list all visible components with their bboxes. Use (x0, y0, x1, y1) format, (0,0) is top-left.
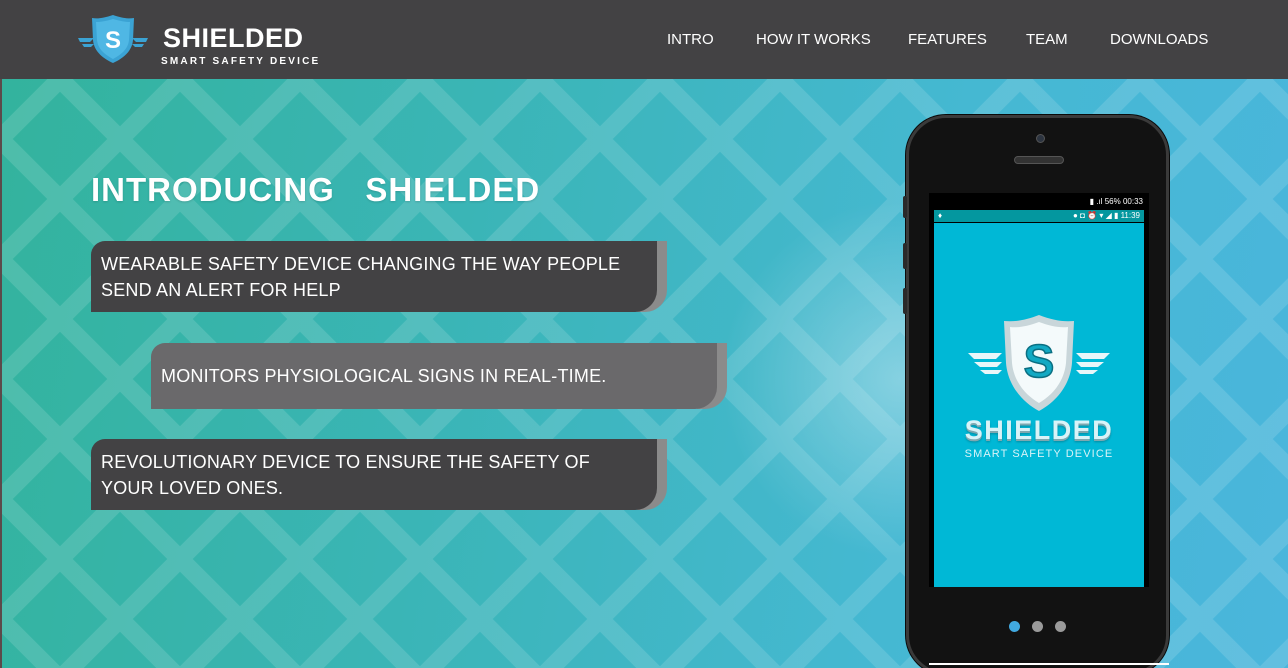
feature-1-line-1: WEARABLE SAFETY DEVICE CHANGING THE WAY … (101, 254, 621, 274)
feature-text-1: WEARABLE SAFETY DEVICE CHANGING THE WAY … (101, 251, 620, 303)
carousel-dot-3[interactable] (1055, 621, 1066, 632)
feature-bubble-1: WEARABLE SAFETY DEVICE CHANGING THE WAY … (91, 241, 667, 312)
status-icons: ● ◘ ⏰ ▾ ◢ ▮ (1073, 211, 1121, 220)
carousel-indicators (1009, 621, 1069, 635)
app-status-bar: ♦ ● ◘ ⏰ ▾ ◢ ▮ 11:39 (934, 210, 1144, 222)
brand-logo-link[interactable]: S SHIELDED SMART SAFETY DEVICE (76, 14, 336, 70)
app-shield-logo-icon: S (968, 315, 1110, 411)
feature-text-2: MONITORS PHYSIOLOGICAL SIGNS IN REAL-TIM… (161, 363, 606, 389)
carousel-dot-1[interactable] (1009, 621, 1020, 632)
feature-text-3: REVOLUTIONARY DEVICE TO ENSURE THE SAFET… (101, 449, 590, 501)
app-status-right: ● ◘ ⏰ ▾ ◢ ▮ 11:39 (1073, 211, 1140, 220)
app-subtitle: SMART SAFETY DEVICE (964, 448, 1114, 460)
hero-section: INTRODUCING SHIELDED WEARABLE SAFETY DEV… (0, 79, 1288, 668)
main-nav: INTRO HOW IT WORKS FEATURES TEAM DOWNLOA… (588, 31, 1288, 51)
phone-side-button (903, 288, 907, 314)
hero-title: INTRODUCING SHIELDED (91, 171, 541, 208)
phone-side-button (903, 196, 907, 218)
phone-mockup: ▮ .ıl 56% 00:33 ♦ ● ◘ ⏰ ▾ ◢ ▮ 11:39 S SH… (903, 115, 1169, 668)
outer-status-bar: ▮ .ıl 56% 00:33 (929, 197, 1149, 209)
app-splash-screen: S SHIELDED SMART SAFETY DEVICE (934, 223, 1144, 587)
nav-features[interactable]: FEATURES (908, 31, 987, 48)
shield-logo-icon: S (78, 15, 148, 63)
svg-text:S: S (1024, 335, 1055, 387)
carousel-dot-2[interactable] (1032, 621, 1043, 632)
nav-downloads[interactable]: DOWNLOADS (1110, 31, 1208, 48)
feature-2-line-1: MONITORS PHYSIOLOGICAL SIGNS IN REAL-TIM… (161, 366, 607, 386)
phone-side-button (903, 243, 907, 269)
nav-intro[interactable]: INTRO (667, 31, 714, 48)
app-title: SHIELDED (964, 415, 1114, 445)
nav-how-it-works[interactable]: HOW IT WORKS (756, 31, 871, 48)
phone-speaker (1014, 156, 1064, 164)
left-edge-strip (0, 79, 2, 668)
screen-divider (929, 663, 1169, 665)
brand-subtitle: SMART SAFETY DEVICE (161, 56, 321, 67)
svg-text:S: S (105, 27, 121, 54)
brand-title: SHIELDED (163, 23, 304, 53)
outer-status-text: 56% 00:33 (1104, 197, 1143, 206)
phone-screen: ▮ .ıl 56% 00:33 ♦ ● ◘ ⏰ ▾ ◢ ▮ 11:39 S SH… (929, 193, 1169, 665)
notification-icon: ♦ (938, 211, 943, 220)
nav-team[interactable]: TEAM (1026, 31, 1068, 48)
top-navbar: S SHIELDED SMART SAFETY DEVICE INTRO HOW… (0, 0, 1288, 79)
feature-3-line-2: YOUR LOVED ONES. (101, 478, 284, 498)
feature-3-line-1: REVOLUTIONARY DEVICE TO ENSURE THE SAFET… (101, 452, 590, 472)
feature-1-line-2: SEND AN ALERT FOR HELP (101, 280, 341, 300)
app-status-time: 11:39 (1120, 211, 1140, 220)
phone-camera (1036, 134, 1045, 143)
signal-icon: ▮ .ıl (1089, 197, 1105, 206)
feature-bubble-2: MONITORS PHYSIOLOGICAL SIGNS IN REAL-TIM… (151, 343, 727, 409)
feature-bubble-3: REVOLUTIONARY DEVICE TO ENSURE THE SAFET… (91, 439, 667, 510)
